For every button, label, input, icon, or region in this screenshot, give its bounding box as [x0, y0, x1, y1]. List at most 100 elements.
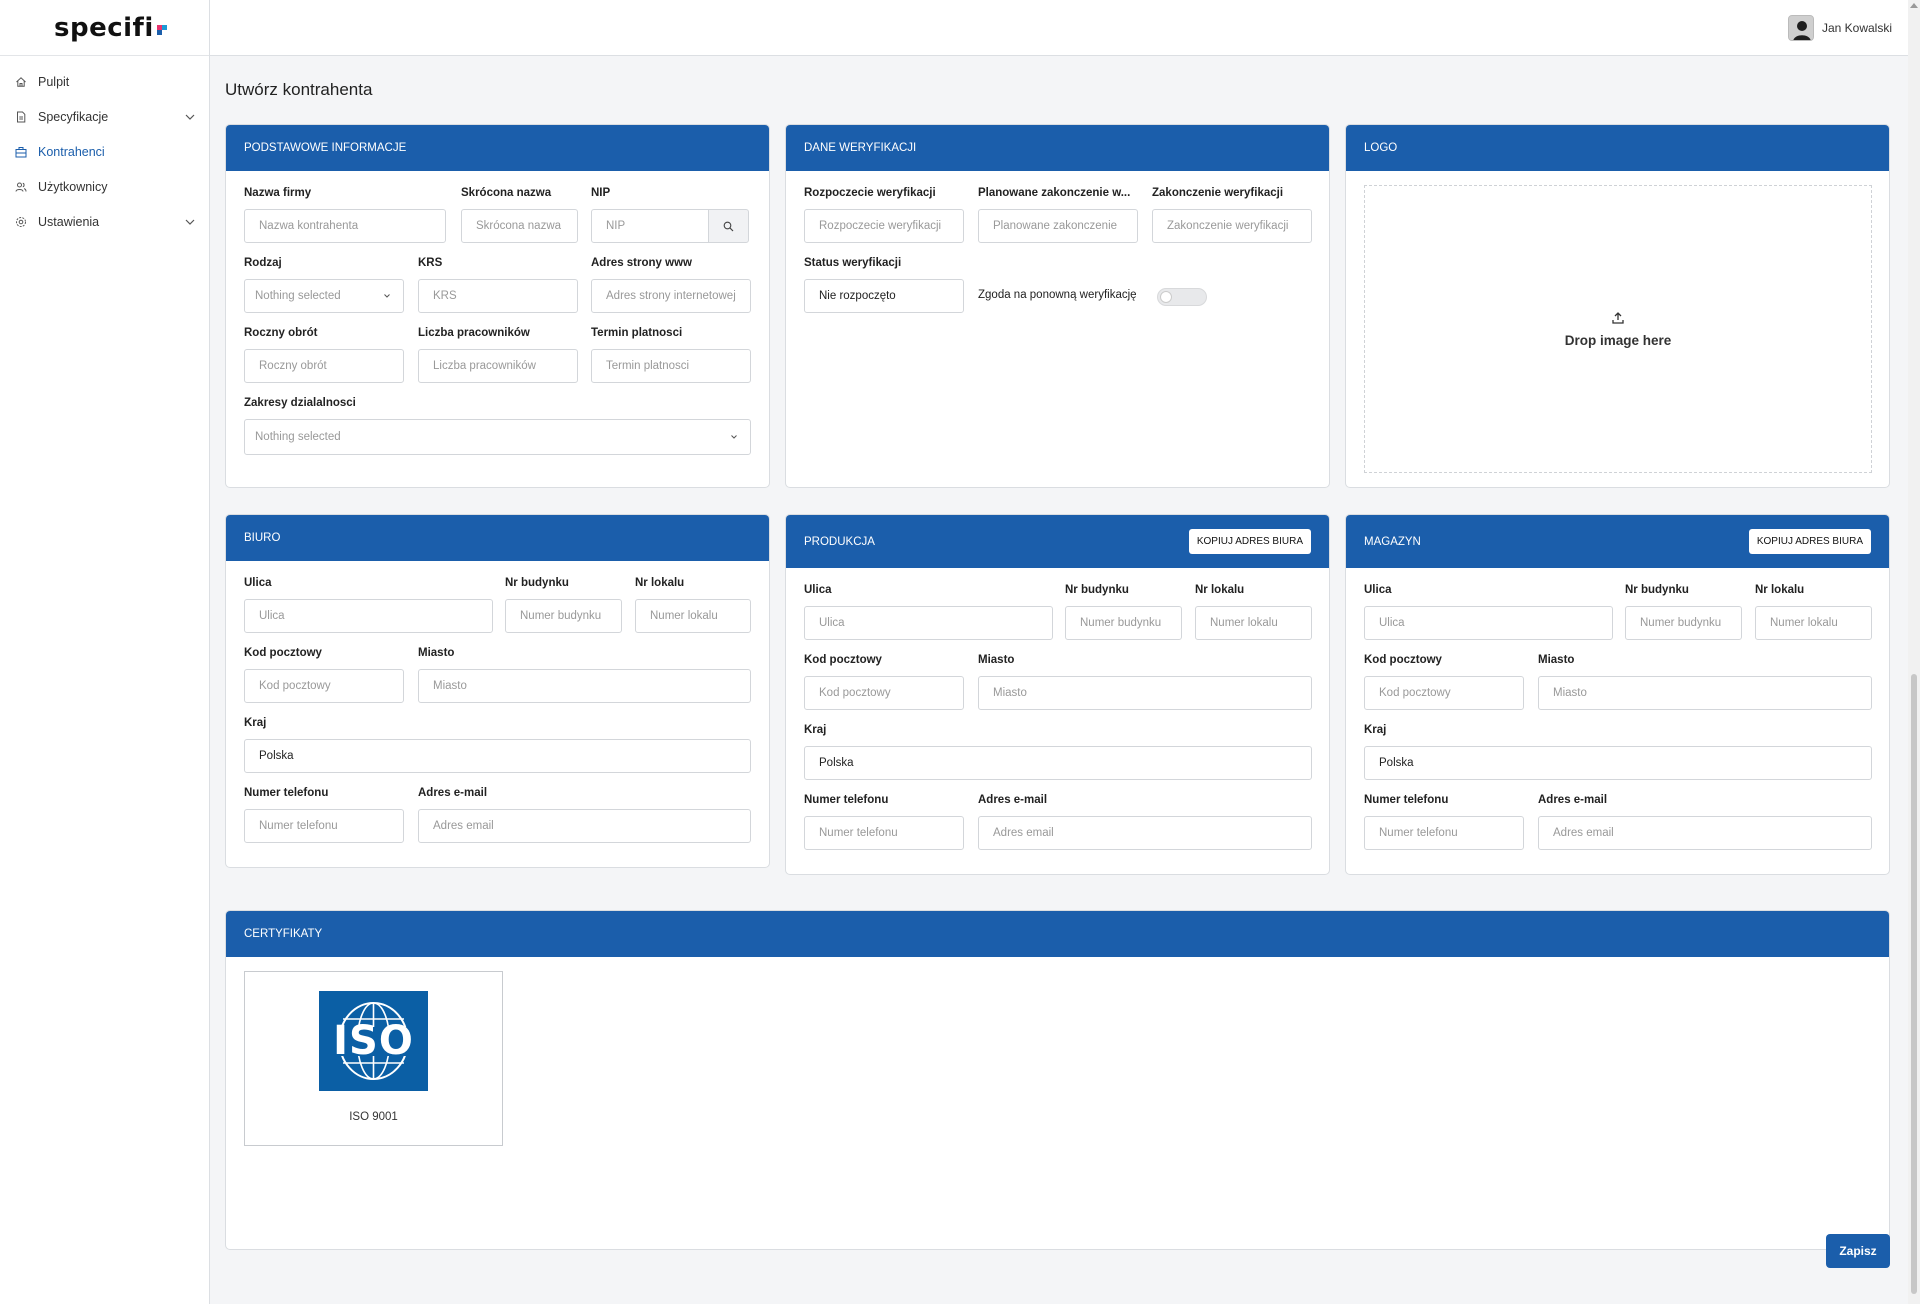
building-number-input[interactable]: Numer budynku	[505, 599, 622, 633]
production-card: PRODUKCJA KOPIUJ ADRES BIURA Ulica Ulica…	[785, 514, 1330, 875]
save-button[interactable]: Zapisz	[1826, 1234, 1890, 1268]
type-label: Rodzaj	[244, 257, 282, 269]
nip-input[interactable]: NIP	[591, 209, 709, 243]
payment-term-label: Termin platnosci	[591, 327, 683, 339]
postal-code-label: Kod pocztowy	[804, 654, 882, 666]
city-input[interactable]: Miasto	[1538, 676, 1872, 710]
card-title: BIURO	[244, 532, 281, 544]
warehouse-card: MAGAZYN KOPIUJ ADRES BIURA Ulica Ulica N…	[1345, 514, 1890, 875]
sidebar-item-kontrahenci[interactable]: Kontrahenci	[0, 134, 209, 169]
card-title: PRODUKCJA	[804, 535, 875, 548]
city-label: Miasto	[1538, 654, 1575, 666]
sidebar-item-specyfikacje[interactable]: Specyfikacje	[0, 99, 209, 134]
turnover-input[interactable]: Roczny obrót	[244, 349, 404, 383]
email-input[interactable]: Adres email	[978, 816, 1312, 850]
nip-label: NIP	[591, 187, 611, 199]
verification-end-input[interactable]: Zakonczenie weryfikacji	[1152, 209, 1312, 243]
street-label: Ulica	[804, 584, 832, 596]
status-select[interactable]: Nie rozpoczęto	[804, 279, 964, 313]
scopes-select[interactable]: Nothing selected	[244, 419, 751, 455]
card-header: LOGO	[1346, 125, 1889, 171]
company-name-input[interactable]: Nazwa kontrahenta	[244, 209, 446, 243]
gear-icon	[14, 215, 28, 229]
postal-code-label: Kod pocztowy	[244, 647, 322, 659]
card-header: DANE WERYFIKACJI	[786, 125, 1329, 171]
building-number-input[interactable]: Numer budynku	[1625, 606, 1742, 640]
postal-code-input[interactable]: Kod pocztowy	[804, 676, 964, 710]
scroll-up-icon[interactable]	[1910, 3, 1918, 8]
phone-label: Numer telefonu	[1364, 794, 1449, 806]
scrollbar-thumb[interactable]	[1911, 674, 1917, 1294]
card-title: PODSTAWOWE INFORMACJE	[244, 142, 407, 154]
postal-code-input[interactable]: Kod pocztowy	[244, 669, 404, 703]
unit-number-label: Nr lokalu	[1195, 584, 1245, 596]
email-input[interactable]: Adres email	[418, 809, 751, 843]
sidebar-item-ustawienia[interactable]: Ustawienia	[0, 204, 209, 239]
sidebar-item-pulpit[interactable]: Pulpit	[0, 64, 209, 99]
phone-input[interactable]: Numer telefonu	[804, 816, 964, 850]
nip-search-button[interactable]	[708, 209, 749, 243]
status-label: Status weryfikacji	[804, 257, 902, 269]
card-header: PODSTAWOWE INFORMACJE	[226, 125, 769, 171]
street-label: Ulica	[244, 577, 272, 589]
krs-input[interactable]: KRS	[418, 279, 578, 313]
city-input[interactable]: Miasto	[978, 676, 1312, 710]
chevron-down-icon	[731, 435, 737, 439]
company-name-label: Nazwa firmy	[244, 187, 312, 199]
copy-office-address-button[interactable]: KOPIUJ ADRES BIURA	[1748, 529, 1871, 554]
user-menu[interactable]: Jan Kowalski	[1787, 14, 1892, 41]
chevron-down-icon[interactable]	[183, 215, 197, 229]
copy-office-address-button[interactable]: KOPIUJ ADRES BIURA	[1188, 529, 1311, 554]
unit-number-label: Nr lokalu	[1755, 584, 1805, 596]
scopes-label: Zakresy dzialalnosci	[244, 397, 356, 409]
logo-dropzone[interactable]: Drop image here	[1364, 185, 1872, 473]
type-select[interactable]: Nothing selected	[244, 279, 404, 313]
certificate-tile[interactable]: ISO ISO 9001	[244, 971, 503, 1146]
chevron-down-icon[interactable]	[183, 110, 197, 124]
planned-end-input[interactable]: Planowane zakonczenie	[978, 209, 1138, 243]
street-input[interactable]: Ulica	[804, 606, 1053, 640]
verification-start-label: Rozpoczecie weryfikacji	[804, 187, 936, 199]
building-number-input[interactable]: Numer budynku	[1065, 606, 1182, 640]
country-select[interactable]: Polska	[804, 746, 1312, 780]
sidebar-item-label: Pulpit	[38, 74, 70, 89]
building-number-label: Nr budynku	[1065, 584, 1129, 596]
country-select[interactable]: Polska	[1364, 746, 1872, 780]
top-bar: Jan Kowalski	[210, 0, 1908, 56]
unit-number-input[interactable]: Numer lokalu	[1755, 606, 1872, 640]
iso-logo-text: ISO	[333, 1018, 414, 1064]
street-input[interactable]: Ulica	[1364, 606, 1613, 640]
employees-input[interactable]: Liczba pracowników	[418, 349, 578, 383]
short-name-input[interactable]: Skrócona nazwa	[461, 209, 578, 243]
unit-number-input[interactable]: Numer lokalu	[1195, 606, 1312, 640]
payment-term-input[interactable]: Termin platnosci	[591, 349, 751, 383]
sidebar-item-uzytkownicy[interactable]: Użytkownicy	[0, 169, 209, 204]
page-scrollbar[interactable]	[1908, 0, 1920, 1304]
street-input[interactable]: Ulica	[244, 599, 493, 633]
postal-code-input[interactable]: Kod pocztowy	[1364, 676, 1524, 710]
user-name: Jan Kowalski	[1821, 20, 1892, 35]
page-title: Utwórz kontrahenta	[225, 80, 373, 99]
city-input[interactable]: Miasto	[418, 669, 751, 703]
phone-input[interactable]: Numer telefonu	[244, 809, 404, 843]
country-label: Kraj	[804, 724, 827, 736]
city-label: Miasto	[978, 654, 1015, 666]
building-number-label: Nr budynku	[505, 577, 569, 589]
building-number-label: Nr budynku	[1625, 584, 1689, 596]
phone-label: Numer telefonu	[804, 794, 889, 806]
email-input[interactable]: Adres email	[1538, 816, 1872, 850]
reverify-toggle[interactable]	[1157, 288, 1207, 306]
unit-number-input[interactable]: Numer lokalu	[635, 599, 751, 633]
reverify-label: Zgoda na ponowną weryfikację	[978, 289, 1137, 301]
card-title: DANE WERYFIKACJI	[804, 142, 917, 154]
logo[interactable]: specifi	[0, 0, 209, 56]
website-input[interactable]: Adres strony internetowej	[591, 279, 751, 313]
krs-label: KRS	[418, 257, 443, 269]
phone-input[interactable]: Numer telefonu	[1364, 816, 1524, 850]
verification-start-input[interactable]: Rozpoczecie weryfikacji	[804, 209, 964, 243]
logo-text: specifi	[54, 12, 154, 43]
search-icon	[723, 221, 734, 231]
card-title: MAGAZYN	[1364, 535, 1421, 548]
country-select[interactable]: Polska	[244, 739, 751, 773]
card-header: PRODUKCJA KOPIUJ ADRES BIURA	[786, 515, 1329, 568]
